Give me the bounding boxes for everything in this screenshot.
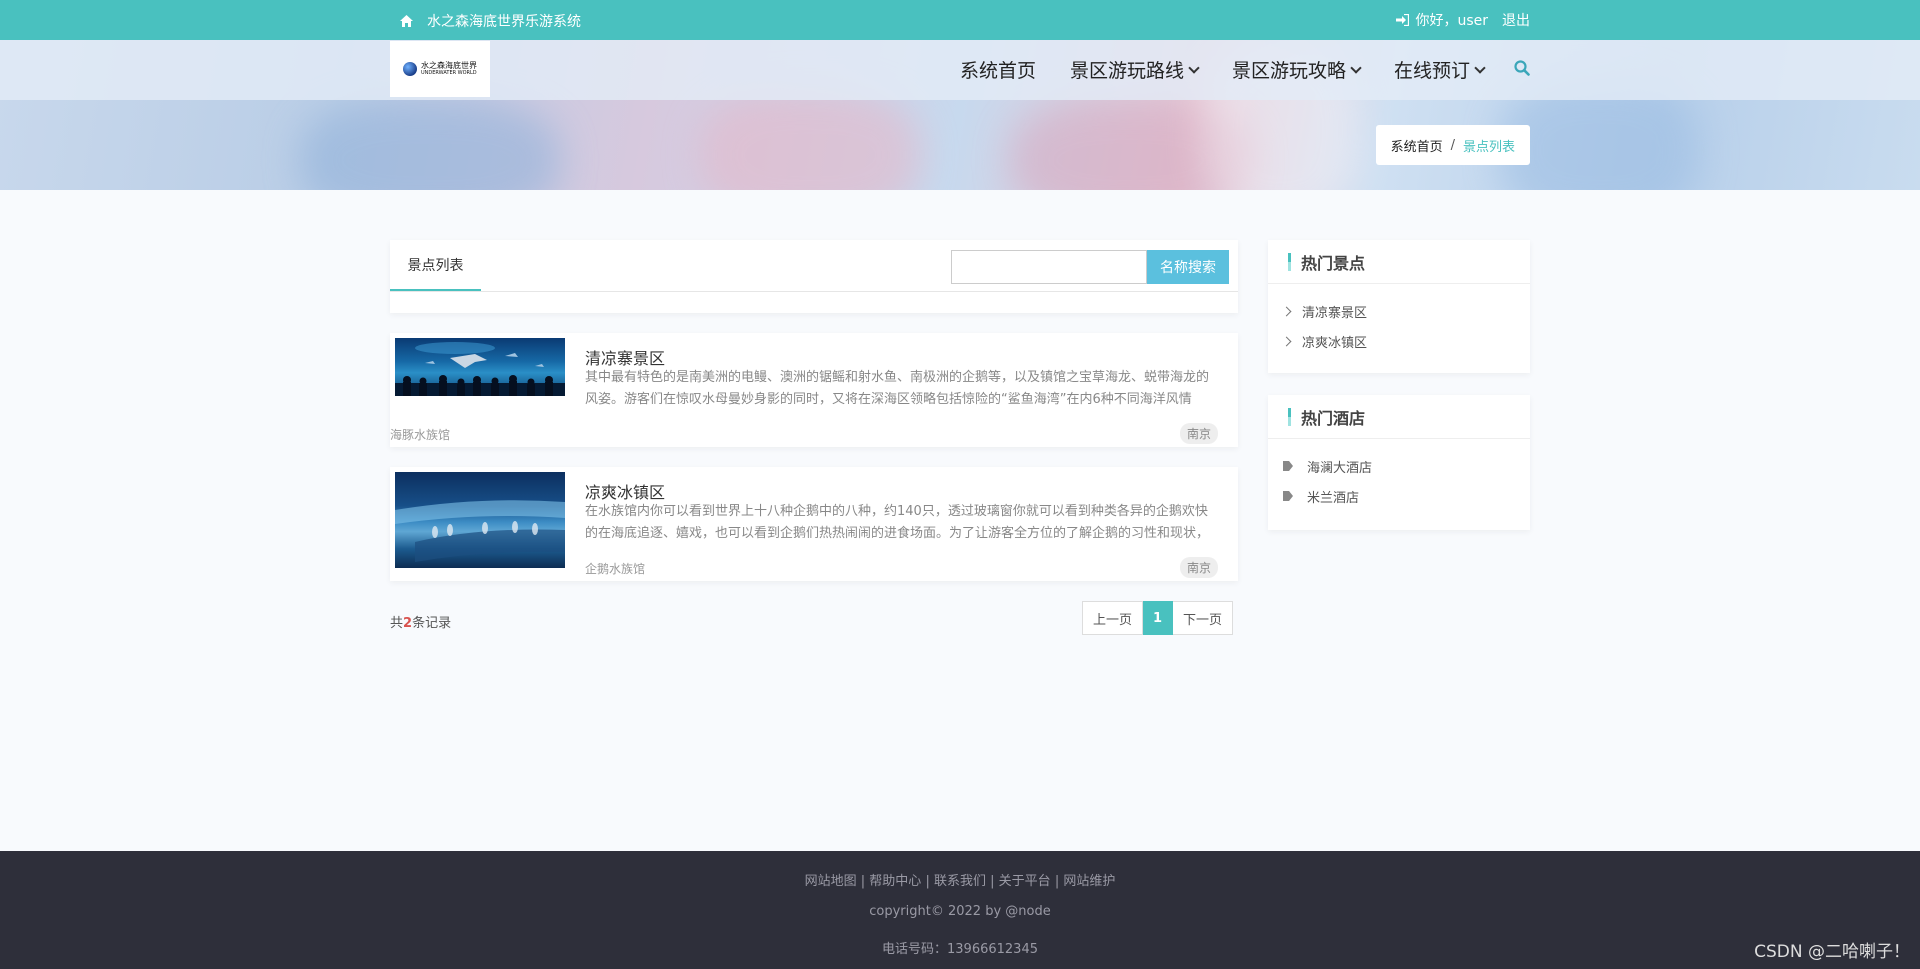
hot-hotels-title: 热门酒店	[1301, 408, 1366, 428]
hot-hotel-item[interactable]: 米兰酒店	[1268, 481, 1530, 511]
logo-text-en: UNDERWATER WORLD	[421, 69, 477, 76]
hot-hotel-item[interactable]: 海澜大酒店	[1268, 451, 1530, 481]
record-count: 共2条记录	[390, 612, 451, 631]
hot-spot-item[interactable]: 清凉寨景区	[1268, 296, 1530, 326]
nav-item-booking[interactable]: 在线预订	[1393, 56, 1486, 83]
breadcrumb: 系统首页 / 景点列表	[1375, 125, 1530, 165]
tab-spot-list[interactable]: 景点列表	[390, 240, 481, 292]
record-count-number: 2	[403, 616, 413, 631]
hot-hotels-panel: 热门酒店 海澜大酒店 米兰酒店	[1268, 395, 1530, 530]
tag-icon	[1283, 491, 1293, 501]
spot-card[interactable]: 凉爽冰镇区 在水族馆内你可以看到世界上十八种企鹅中的八种，约140只，透过玻璃窗…	[390, 467, 1238, 581]
nav-item-routes[interactable]: 景区游玩路线	[1069, 56, 1200, 83]
user-area: 你好，user 退出	[1396, 10, 1530, 30]
chevron-down-icon	[1474, 61, 1486, 74]
nav-item-guides[interactable]: 景区游玩攻略	[1231, 56, 1362, 83]
logout-link[interactable]: 退出	[1502, 10, 1530, 30]
search-input[interactable]	[951, 250, 1147, 284]
hot-spot-label: 清凉寨景区	[1302, 305, 1368, 321]
search-icon	[1514, 59, 1530, 76]
globe-logo-icon	[403, 62, 417, 76]
chevron-right-icon	[1281, 336, 1292, 346]
record-count-suffix: 条记录	[412, 616, 452, 631]
top-bar: 水之森海底世界乐游系统 你好，user 退出	[0, 0, 1920, 40]
hot-hotel-label: 米兰酒店	[1307, 490, 1360, 506]
record-count-prefix: 共	[390, 616, 404, 631]
city-badge: 南京	[1179, 557, 1218, 578]
sign-in-icon	[1396, 14, 1410, 26]
site-home-link[interactable]: 水之森海底世界乐游系统	[400, 11, 581, 31]
nav-item-label: 景区游玩路线	[1069, 60, 1184, 82]
spot-image[interactable]	[395, 338, 565, 396]
spot-image[interactable]	[395, 472, 565, 568]
footer-separator: |	[925, 874, 930, 889]
chevron-down-icon	[1350, 61, 1362, 74]
nav-item-label: 景区游玩攻略	[1231, 60, 1346, 82]
name-search-button[interactable]: 名称搜索	[1147, 250, 1229, 284]
pagination: 上一页 1 下一页	[1082, 601, 1234, 635]
footer-link-about[interactable]: 关于平台	[999, 874, 1051, 889]
accent-bar	[1288, 252, 1291, 271]
spot-description: 其中最有特色的是南美洲的电鳗、澳洲的锯鳐和射水鱼、南极洲的企鹅等，以及镇馆之宝草…	[585, 370, 1210, 407]
spot-card[interactable]: 清凉寨景区 其中最有特色的是南美洲的电鳗、澳洲的锯鳐和射水鱼、南极洲的企鹅等，以…	[390, 333, 1238, 447]
spot-venue: 企鹅水族馆	[585, 562, 646, 576]
nav-item-home[interactable]: 系统首页	[960, 56, 1036, 83]
phone-number: 电话号码：13966612345	[882, 942, 1038, 957]
watermark: CSDN @二哈喇子！	[1754, 942, 1910, 962]
chevron-down-icon	[1188, 61, 1200, 74]
main-navbar: 水之森海底世界 UNDERWATER WORLD 系统首页 景区游玩路线 景区游…	[0, 40, 1920, 100]
nav-menu: 系统首页 景区游玩路线 景区游玩攻略 在线预订	[960, 56, 1530, 83]
prev-page-button[interactable]: 上一页	[1082, 601, 1144, 635]
spot-venue: 海豚水族馆	[390, 428, 451, 442]
hot-hotel-label: 海澜大酒店	[1307, 460, 1373, 476]
hot-spot-label: 凉爽冰镇区	[1302, 335, 1368, 351]
accent-bar	[1288, 407, 1291, 426]
breadcrumb-home[interactable]: 系统首页	[1391, 136, 1443, 155]
spot-title[interactable]: 凉爽冰镇区	[585, 479, 665, 503]
site-logo[interactable]: 水之森海底世界 UNDERWATER WORLD	[390, 41, 490, 97]
user-greeting[interactable]: 你好，user	[1415, 10, 1488, 30]
footer-link-maintenance[interactable]: 网站维护	[1063, 874, 1115, 889]
footer-link-contact[interactable]: 联系我们	[934, 874, 986, 889]
site-footer: 网站地图 | 帮助中心 | 联系我们 | 关于平台 | 网站维护 copyrig…	[0, 851, 1920, 969]
breadcrumb-separator: /	[1450, 137, 1455, 153]
tag-icon	[1283, 461, 1293, 471]
hot-spots-title: 热门景点	[1301, 253, 1366, 273]
footer-link-help[interactable]: 帮助中心	[869, 874, 921, 889]
spot-title[interactable]: 清凉寨景区	[585, 345, 665, 369]
footer-links: 网站地图 | 帮助中心 | 联系我们 | 关于平台 | 网站维护	[0, 870, 1920, 889]
chevron-right-icon	[1281, 306, 1292, 316]
footer-link-sitemap[interactable]: 网站地图	[805, 874, 857, 889]
site-name: 水之森海底世界乐游系统	[427, 14, 581, 30]
hot-spot-item[interactable]: 凉爽冰镇区	[1268, 326, 1530, 356]
home-icon	[400, 15, 413, 27]
footer-separator: |	[990, 874, 995, 889]
next-page-button[interactable]: 下一页	[1173, 601, 1234, 635]
spot-description: 在水族馆内你可以看到世界上十八种企鹅中的八种，约140只，透过玻璃窗你就可以看到…	[585, 504, 1210, 541]
hot-spots-panel: 热门景点 清凉寨景区 凉爽冰镇区	[1268, 240, 1530, 373]
hero-banner: 水之森海底世界 UNDERWATER WORLD 系统首页 景区游玩路线 景区游…	[0, 40, 1920, 190]
hot-hotels-header: 热门酒店	[1268, 395, 1530, 439]
page-1-button[interactable]: 1	[1143, 601, 1174, 635]
nav-item-label: 在线预订	[1393, 60, 1470, 82]
nav-item-label: 系统首页	[959, 60, 1036, 82]
breadcrumb-current: 景点列表	[1462, 139, 1515, 155]
footer-separator: |	[1054, 874, 1060, 889]
city-badge: 南京	[1179, 423, 1218, 444]
footer-separator: |	[860, 874, 866, 889]
hot-spots-header: 热门景点	[1268, 240, 1530, 284]
list-header: 景点列表 名称搜索	[390, 240, 1238, 313]
search-button[interactable]	[1514, 59, 1530, 81]
copyright: copyright© 2022 by @node	[869, 904, 1051, 919]
